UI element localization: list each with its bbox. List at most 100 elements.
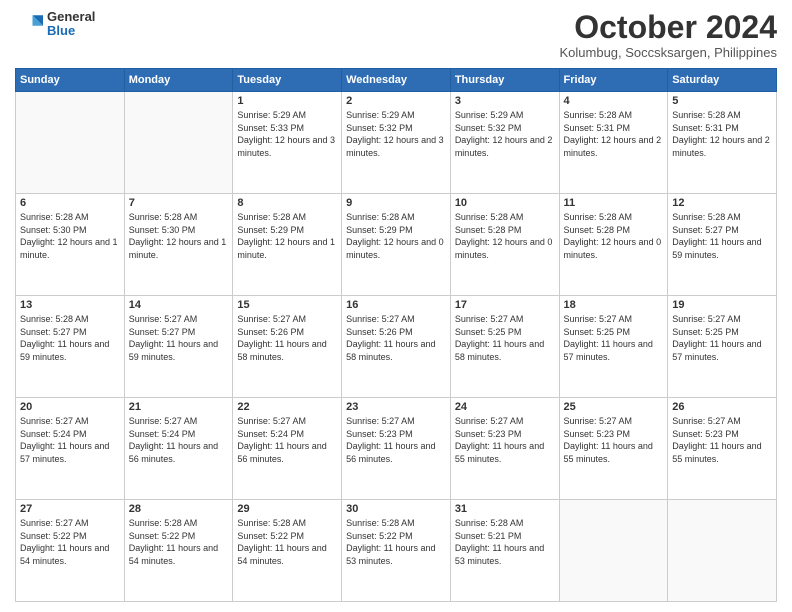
calendar-cell <box>559 500 668 602</box>
day-info: Sunrise: 5:28 AM Sunset: 5:22 PM Dayligh… <box>346 517 446 567</box>
day-info: Sunrise: 5:28 AM Sunset: 5:30 PM Dayligh… <box>129 211 229 261</box>
day-info: Sunrise: 5:27 AM Sunset: 5:27 PM Dayligh… <box>129 313 229 363</box>
month-title: October 2024 <box>559 10 777 45</box>
day-info: Sunrise: 5:28 AM Sunset: 5:21 PM Dayligh… <box>455 517 555 567</box>
day-number: 6 <box>20 197 120 209</box>
calendar-cell: 8 Sunrise: 5:28 AM Sunset: 5:29 PM Daylig… <box>233 194 342 296</box>
day-info: Sunrise: 5:29 AM Sunset: 5:32 PM Dayligh… <box>455 109 555 159</box>
day-number: 12 <box>672 197 772 209</box>
day-info: Sunrise: 5:28 AM Sunset: 5:31 PM Dayligh… <box>564 109 664 159</box>
calendar-cell: 9Sunrise: 5:28 AM Sunset: 5:29 PM Daylig… <box>342 194 451 296</box>
calendar-cell: 30 Sunrise: 5:28 AM Sunset: 5:22 PM Dayli… <box>342 500 451 602</box>
logo-icon <box>15 10 43 38</box>
day-number: 8 <box>237 197 337 209</box>
day-info: Sunrise: 5:27 AM Sunset: 5:23 PM Dayligh… <box>346 415 446 465</box>
logo-text: General Blue <box>47 10 95 39</box>
day-number: 2 <box>346 95 446 107</box>
day-info: Sunrise: 5:28 AM Sunset: 5:31 PM Dayligh… <box>672 109 772 159</box>
calendar-cell: 31 Sunrise: 5:28 AM Sunset: 5:21 PM Dayli… <box>450 500 559 602</box>
week-row-5: 27 Sunrise: 5:27 AM Sunset: 5:22 PM Dayli… <box>16 500 777 602</box>
calendar-cell: 7 Sunrise: 5:28 AM Sunset: 5:30 PM Daylig… <box>124 194 233 296</box>
day-number: 28 <box>129 503 229 515</box>
logo: General Blue <box>15 10 95 39</box>
day-number: 11 <box>564 197 664 209</box>
day-number: 14 <box>129 299 229 311</box>
day-info: Sunrise: 5:29 AM Sunset: 5:33 PM Dayligh… <box>237 109 337 159</box>
calendar-cell: 10 Sunrise: 5:28 AM Sunset: 5:28 PM Dayli… <box>450 194 559 296</box>
day-number: 22 <box>237 401 337 413</box>
calendar-cell: 14 Sunrise: 5:27 AM Sunset: 5:27 PM Dayli… <box>124 296 233 398</box>
day-info: Sunrise: 5:28 AM Sunset: 5:22 PM Dayligh… <box>129 517 229 567</box>
day-info: Sunrise: 5:27 AM Sunset: 5:23 PM Dayligh… <box>455 415 555 465</box>
calendar-cell: 23 Sunrise: 5:27 AM Sunset: 5:23 PM Dayli… <box>342 398 451 500</box>
col-wednesday: Wednesday <box>342 69 451 92</box>
day-info: Sunrise: 5:28 AM Sunset: 5:22 PM Dayligh… <box>237 517 337 567</box>
calendar-cell: 22Sunrise: 5:27 AM Sunset: 5:24 PM Dayli… <box>233 398 342 500</box>
day-number: 30 <box>346 503 446 515</box>
day-info: Sunrise: 5:28 AM Sunset: 5:29 PM Dayligh… <box>237 211 337 261</box>
col-friday: Friday <box>559 69 668 92</box>
week-row-1: 1 Sunrise: 5:29 AM Sunset: 5:33 PM Daylig… <box>16 92 777 194</box>
calendar-cell: 28 Sunrise: 5:28 AM Sunset: 5:22 PM Dayli… <box>124 500 233 602</box>
calendar-cell: 11 Sunrise: 5:28 AM Sunset: 5:28 PM Dayli… <box>559 194 668 296</box>
calendar-header-row: Sunday Monday Tuesday Wednesday Thursday… <box>16 69 777 92</box>
day-info: Sunrise: 5:27 AM Sunset: 5:23 PM Dayligh… <box>564 415 664 465</box>
calendar-cell: 6 Sunrise: 5:28 AM Sunset: 5:30 PM Daylig… <box>16 194 125 296</box>
calendar-cell: 1 Sunrise: 5:29 AM Sunset: 5:33 PM Daylig… <box>233 92 342 194</box>
col-saturday: Saturday <box>668 69 777 92</box>
day-info: Sunrise: 5:28 AM Sunset: 5:28 PM Dayligh… <box>455 211 555 261</box>
logo-general-text: General <box>47 10 95 24</box>
calendar-cell: 12 Sunrise: 5:28 AM Sunset: 5:27 PM Dayli… <box>668 194 777 296</box>
day-info: Sunrise: 5:28 AM Sunset: 5:27 PM Dayligh… <box>672 211 772 261</box>
day-number: 15 <box>237 299 337 311</box>
day-number: 7 <box>129 197 229 209</box>
header: General Blue October 2024 Kolumbug, Socc… <box>15 10 777 60</box>
day-info: Sunrise: 5:29 AM Sunset: 5:32 PM Dayligh… <box>346 109 446 159</box>
day-info: Sunrise: 5:28 AM Sunset: 5:27 PM Dayligh… <box>20 313 120 363</box>
location-subtitle: Kolumbug, Soccsksargen, Philippines <box>559 45 777 60</box>
day-number: 23 <box>346 401 446 413</box>
day-number: 1 <box>237 95 337 107</box>
day-info: Sunrise: 5:27 AM Sunset: 5:22 PM Dayligh… <box>20 517 120 567</box>
day-info: Sunrise: 5:27 AM Sunset: 5:25 PM Dayligh… <box>455 313 555 363</box>
calendar-cell: 29 Sunrise: 5:28 AM Sunset: 5:22 PM Dayli… <box>233 500 342 602</box>
day-info: Sunrise: 5:27 AM Sunset: 5:26 PM Dayligh… <box>237 313 337 363</box>
calendar-cell <box>668 500 777 602</box>
day-number: 16 <box>346 299 446 311</box>
calendar-cell: 13 Sunrise: 5:28 AM Sunset: 5:27 PM Dayli… <box>16 296 125 398</box>
calendar-cell: 16Sunrise: 5:27 AM Sunset: 5:26 PM Dayli… <box>342 296 451 398</box>
day-number: 31 <box>455 503 555 515</box>
day-number: 17 <box>455 299 555 311</box>
day-number: 13 <box>20 299 120 311</box>
day-number: 27 <box>20 503 120 515</box>
calendar-cell <box>16 92 125 194</box>
day-info: Sunrise: 5:27 AM Sunset: 5:25 PM Dayligh… <box>672 313 772 363</box>
calendar-cell: 15 Sunrise: 5:27 AM Sunset: 5:26 PM Dayli… <box>233 296 342 398</box>
day-info: Sunrise: 5:27 AM Sunset: 5:24 PM Dayligh… <box>129 415 229 465</box>
calendar-cell: 24 Sunrise: 5:27 AM Sunset: 5:23 PM Dayli… <box>450 398 559 500</box>
day-number: 24 <box>455 401 555 413</box>
day-number: 4 <box>564 95 664 107</box>
calendar-cell: 20 Sunrise: 5:27 AM Sunset: 5:24 PM Dayli… <box>16 398 125 500</box>
day-number: 29 <box>237 503 337 515</box>
calendar-cell: 17 Sunrise: 5:27 AM Sunset: 5:25 PM Dayli… <box>450 296 559 398</box>
calendar-cell <box>124 92 233 194</box>
calendar-cell: 18Sunrise: 5:27 AM Sunset: 5:25 PM Dayli… <box>559 296 668 398</box>
week-row-4: 20 Sunrise: 5:27 AM Sunset: 5:24 PM Dayli… <box>16 398 777 500</box>
calendar-cell: 19Sunrise: 5:27 AM Sunset: 5:25 PM Dayli… <box>668 296 777 398</box>
week-row-2: 6 Sunrise: 5:28 AM Sunset: 5:30 PM Daylig… <box>16 194 777 296</box>
day-number: 20 <box>20 401 120 413</box>
day-number: 10 <box>455 197 555 209</box>
calendar-cell: 2 Sunrise: 5:29 AM Sunset: 5:32 PM Daylig… <box>342 92 451 194</box>
day-info: Sunrise: 5:28 AM Sunset: 5:30 PM Dayligh… <box>20 211 120 261</box>
day-info: Sunrise: 5:28 AM Sunset: 5:28 PM Dayligh… <box>564 211 664 261</box>
day-number: 26 <box>672 401 772 413</box>
calendar-cell: 21 Sunrise: 5:27 AM Sunset: 5:24 PM Dayli… <box>124 398 233 500</box>
day-number: 3 <box>455 95 555 107</box>
col-monday: Monday <box>124 69 233 92</box>
day-number: 25 <box>564 401 664 413</box>
day-number: 21 <box>129 401 229 413</box>
col-thursday: Thursday <box>450 69 559 92</box>
day-info: Sunrise: 5:27 AM Sunset: 5:24 PM Dayligh… <box>20 415 120 465</box>
day-info: Sunrise: 5:27 AM Sunset: 5:23 PM Dayligh… <box>672 415 772 465</box>
